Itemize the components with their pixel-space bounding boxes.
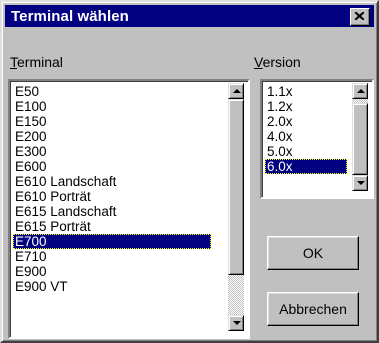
terminal-dialog: Terminal wählen Terminal E50 E100 E150 E… <box>0 0 379 343</box>
list-item[interactable]: E50 <box>13 84 211 99</box>
list-item-selected[interactable]: E700 <box>13 234 211 249</box>
title-bar[interactable]: Terminal wählen <box>5 5 374 27</box>
list-item[interactable]: E615 Landschaft <box>13 204 211 219</box>
list-item[interactable]: E600 <box>13 159 211 174</box>
list-item[interactable]: E610 Landschaft <box>13 174 211 189</box>
arrow-down-icon <box>233 321 241 325</box>
window-title: Terminal wählen <box>11 8 129 25</box>
list-item[interactable]: E150 <box>13 114 211 129</box>
version-label-accesskey: V <box>254 54 263 70</box>
terminal-label-text: erminal <box>17 54 63 70</box>
scroll-down-button[interactable] <box>352 175 368 191</box>
cancel-button[interactable]: Abbrechen <box>267 292 359 326</box>
terminal-listbox[interactable]: E50 E100 E150 E200 E300 E600 E610 Landsc… <box>8 79 250 339</box>
list-item[interactable]: E900 <box>13 264 211 279</box>
scroll-thumb[interactable] <box>228 99 244 275</box>
list-item[interactable]: 4.0x <box>265 129 347 144</box>
version-list: 1.1x 1.2x 2.0x 4.0x 5.0x 6.0x <box>265 84 347 174</box>
scroll-up-button[interactable] <box>352 83 368 99</box>
list-item[interactable]: E100 <box>13 99 211 114</box>
arrow-down-icon <box>357 181 365 185</box>
version-label: Version <box>254 54 301 70</box>
terminal-label-accesskey: T <box>10 54 17 70</box>
close-button[interactable] <box>350 8 370 26</box>
version-scrollbar[interactable] <box>352 83 368 191</box>
list-item[interactable]: 1.2x <box>265 99 347 114</box>
list-item[interactable]: E300 <box>13 144 211 159</box>
list-item[interactable]: E615 Porträt <box>13 219 211 234</box>
terminal-scrollbar[interactable] <box>228 83 244 331</box>
list-item[interactable]: E710 <box>13 249 211 264</box>
terminal-label: Terminal <box>10 54 63 70</box>
close-icon <box>355 12 364 20</box>
list-item[interactable]: 2.0x <box>265 114 347 129</box>
list-item[interactable]: 1.1x <box>265 84 347 99</box>
scroll-down-button[interactable] <box>228 315 244 331</box>
list-item[interactable]: 5.0x <box>265 144 347 159</box>
list-item[interactable]: E200 <box>13 129 211 144</box>
scroll-up-button[interactable] <box>228 83 244 99</box>
scroll-thumb[interactable] <box>352 103 368 175</box>
arrow-up-icon <box>233 89 241 93</box>
ok-button[interactable]: OK <box>267 236 359 270</box>
arrow-up-icon <box>357 89 365 93</box>
version-label-text: ersion <box>262 54 301 70</box>
list-item[interactable]: E610 Porträt <box>13 189 211 204</box>
version-listbox[interactable]: 1.1x 1.2x 2.0x 4.0x 5.0x 6.0x <box>260 79 374 199</box>
list-item[interactable]: E900 VT <box>13 279 211 294</box>
terminal-list: E50 E100 E150 E200 E300 E600 E610 Landsc… <box>13 84 211 294</box>
list-item-selected[interactable]: 6.0x <box>265 159 347 174</box>
